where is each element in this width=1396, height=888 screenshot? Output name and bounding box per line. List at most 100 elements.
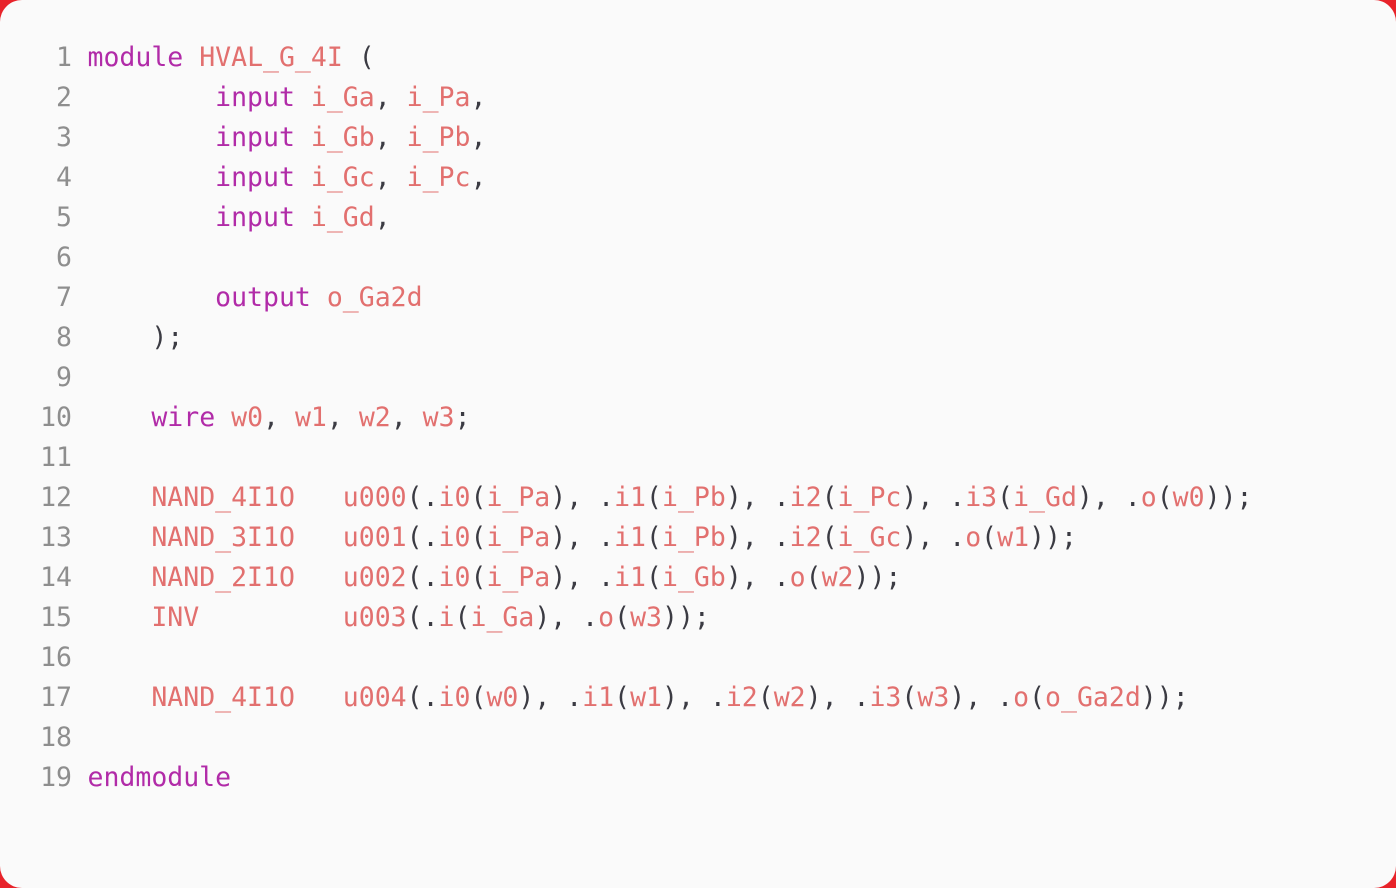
code-line[interactable]: 18 [0,718,1396,758]
code-token-punct: , [470,162,487,193]
code-line[interactable]: 3 input i_Gb, i_Pb, [0,118,1396,158]
code-line[interactable]: 19 endmodule [0,758,1396,798]
code-token-punct: ( [470,482,487,513]
code-line[interactable]: 14 NAND_2I1O u002(.i0(i_Pa), .i1(i_Gb), … [0,558,1396,598]
line-number: 5 [56,202,72,233]
code-token-kw: wire [151,402,216,433]
code-token-id: i_Gc [310,162,375,193]
code-token-id: i0 [438,482,471,513]
code-token-punct: ), . [550,482,615,513]
line-number: 3 [56,122,72,153]
code-token-id: i1 [614,522,647,553]
line-number: 16 [40,642,72,673]
line-number: 18 [40,722,72,753]
code-line[interactable]: 1 module HVAL_G_4I ( [0,38,1396,78]
code-token-punct: ( [757,682,774,713]
code-line[interactable]: 11 [0,438,1396,478]
code-token-id: INV [151,602,200,633]
code-token-punct: ( [614,602,631,633]
code-token-id: i_Pa [406,82,471,113]
code-line[interactable]: 5 input i_Gd, [0,198,1396,238]
code-line[interactable]: 8 ); [0,318,1396,358]
line-number: 2 [56,82,72,113]
code-token-punct: ), . [550,562,615,593]
code-token-id: u002 [342,562,407,593]
code-token-id: HVAL_G_4I [199,42,343,73]
line-number: 1 [56,42,72,73]
code-token-id: w3 [422,402,455,433]
line-number: 8 [56,322,72,353]
line-number: 10 [40,402,72,433]
code-token-punct: ( [997,482,1014,513]
code-token-punct: ), . [725,482,790,513]
code-token-id: i2 [789,522,822,553]
code-token-punct: ( [614,682,631,713]
code-token-id: i2 [789,482,822,513]
code-token-id: i_Ga [310,82,375,113]
code-token-punct: ( [981,522,998,553]
code-line[interactable]: 9 [0,358,1396,398]
code-line[interactable]: 4 input i_Gc, i_Pc, [0,158,1396,198]
code-line[interactable]: 12 NAND_4I1O u000(.i0(i_Pa), .i1(i_Pb), … [0,478,1396,518]
code-token-punct: ( [470,682,487,713]
code-token-punct: )); [1140,682,1189,713]
code-token-id: i_Pa [486,562,551,593]
code-line[interactable]: 16 [0,638,1396,678]
code-token-id: NAND_4I1O [151,682,295,713]
line-number: 12 [40,482,72,513]
line-number: 14 [40,562,72,593]
code-token-id: i_Gc [837,522,902,553]
line-number: 11 [40,442,72,473]
code-line[interactable]: 7 output o_Ga2d [0,278,1396,318]
line-number: 7 [56,282,72,313]
code-card: 1 module HVAL_G_4I (2 input i_Ga, i_Pa, 3 … [0,0,1396,888]
code-token-punct: ( [470,562,487,593]
code-token-id: w1 [630,682,662,713]
code-token-kw: input [215,162,295,193]
line-code: endmodule [72,758,1396,798]
code-line[interactable]: 2 input i_Ga, i_Pa, [0,78,1396,118]
code-line[interactable]: 17 NAND_4I1O u004(.i0(w0), .i1(w1), .i2(… [0,678,1396,718]
code-token-punct: ( [901,682,918,713]
code-token-id: i_Gb [310,122,375,153]
code-token-punct: ), . [725,562,790,593]
code-token-punct: , [326,402,359,433]
code-token-kw: output [215,282,311,313]
code-token-punct: )); [1029,522,1077,553]
code-token-punct: ( [821,522,838,553]
code-token-id: i1 [582,682,615,713]
code-token-id: NAND_4I1O [151,482,295,513]
line-code: NAND_4I1O u004(.i0(w0), .i1(w1), .i2(w2)… [72,678,1396,718]
code-token-punct: ), . [901,482,966,513]
code-token-punct: (. [406,562,439,593]
code-line[interactable]: 6 [0,238,1396,278]
line-number: 15 [40,602,72,633]
code-token-id: NAND_2I1O [151,562,295,593]
code-token-punct: )); [1204,482,1253,513]
code-token-id: w2 [358,402,391,433]
line-number: 6 [56,242,72,273]
code-token-kw: input [215,202,295,233]
code-block[interactable]: 1 module HVAL_G_4I (2 input i_Ga, i_Pa, 3 … [0,38,1396,798]
code-token-id: w1 [294,402,327,433]
code-token-punct: ); [151,322,184,353]
code-token-id: u001 [342,522,407,553]
code-token-id: NAND_3I1O [151,522,295,553]
code-token-id: i_Pb [661,482,726,513]
code-token-id: i_Pa [486,522,551,553]
code-token-id: i3 [965,482,998,513]
code-line[interactable]: 13 NAND_3I1O u001(.i0(i_Pa), .i1(i_Pb), … [0,518,1396,558]
code-token-punct: , [470,122,487,153]
code-line[interactable]: 10 wire w0, w1, w2, w3; [0,398,1396,438]
code-line[interactable]: 15 INV u003(.i(i_Ga), .o(w3)); [0,598,1396,638]
code-token-id: w0 [231,402,264,433]
code-token-punct: , [374,162,407,193]
